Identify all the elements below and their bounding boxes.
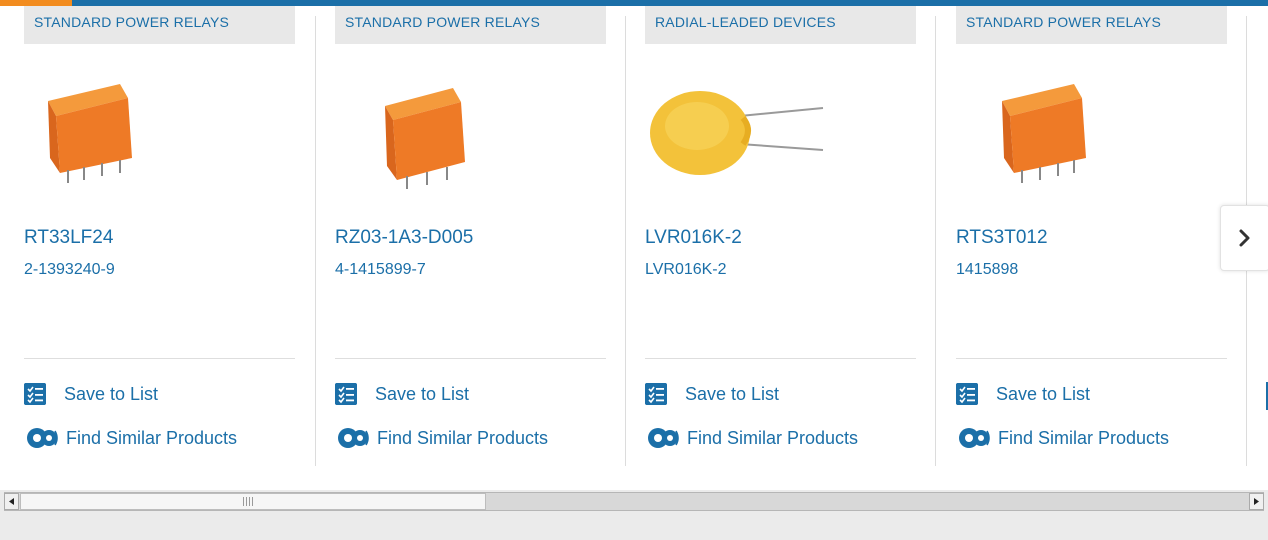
product-part-number-link[interactable]: LVR016K-2: [645, 261, 727, 279]
arrow-left-icon: [9, 498, 14, 505]
card-separator: [645, 358, 916, 359]
find-similar-products-label: Find Similar Products: [998, 427, 1170, 448]
scroll-grip: [243, 497, 253, 506]
product-card: RADIAL-LEADED DEVICES LVR016K-2 LVR016K-…: [621, 6, 916, 466]
checklist-icon: [24, 383, 46, 405]
checklist-icon: [645, 383, 667, 405]
find-similar-products-button[interactable]: Find Similar Products: [24, 426, 237, 450]
horizontal-scrollbar[interactable]: [0, 490, 1268, 514]
product-carousel: STANDARD POWER RELAYS RT33LF24 2-1393240…: [0, 6, 1268, 466]
scrollbar-thumb[interactable]: [20, 493, 486, 510]
bottom-pane: [0, 514, 1268, 540]
find-similar-products-label: Find Similar Products: [377, 427, 549, 448]
save-to-list-label: Save to List: [375, 383, 470, 404]
product-name-link[interactable]: RZ03-1A3-D005: [335, 227, 473, 249]
product-image-relay[interactable]: [24, 66, 204, 196]
checklist-icon: [956, 383, 978, 405]
gears-icon: [27, 428, 58, 448]
category-banner[interactable]: STANDARD POWER RELAYS: [24, 6, 295, 44]
find-similar-products-label: Find Similar Products: [66, 427, 238, 448]
card-separator: [956, 358, 1227, 359]
product-image-relay[interactable]: [956, 66, 1136, 196]
category-label: STANDARD POWER RELAYS: [34, 14, 230, 30]
save-to-list-label: Save to List: [996, 383, 1091, 404]
chevron-right-icon: [1239, 229, 1250, 247]
product-name-link[interactable]: RT33LF24: [24, 227, 113, 249]
product-image-relay[interactable]: [335, 66, 515, 196]
find-similar-products-button[interactable]: Find Similar Products: [645, 426, 858, 450]
product-image-radial-device[interactable]: [645, 66, 825, 196]
category-label: RADIAL-LEADED DEVICES: [655, 14, 836, 30]
product-part-number-link[interactable]: 4-1415899-7: [335, 261, 426, 279]
save-to-list-label: Save to List: [64, 383, 159, 404]
category-banner[interactable]: RADIAL-LEADED DEVICES: [645, 6, 916, 44]
product-part-number-link[interactable]: 2-1393240-9: [24, 261, 115, 279]
find-similar-products-label: Find Similar Products: [687, 427, 859, 448]
save-to-list-button[interactable]: Save to List: [956, 382, 1090, 406]
gears-icon: [338, 428, 369, 448]
save-to-list-button[interactable]: Save to List: [645, 382, 779, 406]
card-separator: [335, 358, 606, 359]
category-banner[interactable]: STANDARD POWER RELAYS: [335, 6, 606, 44]
product-name-link[interactable]: LVR016K-2: [645, 227, 742, 249]
find-similar-products-button[interactable]: Find Similar Products: [335, 426, 548, 450]
category-label: STANDARD POWER RELAYS: [966, 14, 1162, 30]
save-to-list-label: Save to List: [685, 383, 780, 404]
product-card: STANDARD POWER RELAYS RT33LF24 2-1393240…: [0, 6, 295, 466]
gears-icon: [648, 428, 679, 448]
product-card: STANDARD POWER RELAYS RTS3T012 1415898 S…: [932, 6, 1227, 466]
carousel-next-button[interactable]: [1220, 205, 1268, 271]
save-to-list-button[interactable]: Save to List: [335, 382, 469, 406]
product-card: STANDARD POWER RELAYS RZ03-1A3-D005 4-14…: [311, 6, 606, 466]
product-name-link[interactable]: RTS3T012: [956, 227, 1048, 249]
save-to-list-button[interactable]: Save to List: [24, 382, 158, 406]
category-banner[interactable]: STANDARD POWER RELAYS: [956, 6, 1227, 44]
category-label: STANDARD POWER RELAYS: [345, 14, 541, 30]
card-separator: [24, 358, 295, 359]
gears-icon: [959, 428, 990, 448]
scroll-left-button[interactable]: [4, 493, 19, 510]
arrow-right-icon: [1254, 498, 1259, 505]
scroll-right-button[interactable]: [1249, 493, 1264, 510]
find-similar-products-button[interactable]: Find Similar Products: [956, 426, 1169, 450]
product-part-number-link[interactable]: 1415898: [956, 261, 1018, 279]
checklist-icon: [335, 383, 357, 405]
